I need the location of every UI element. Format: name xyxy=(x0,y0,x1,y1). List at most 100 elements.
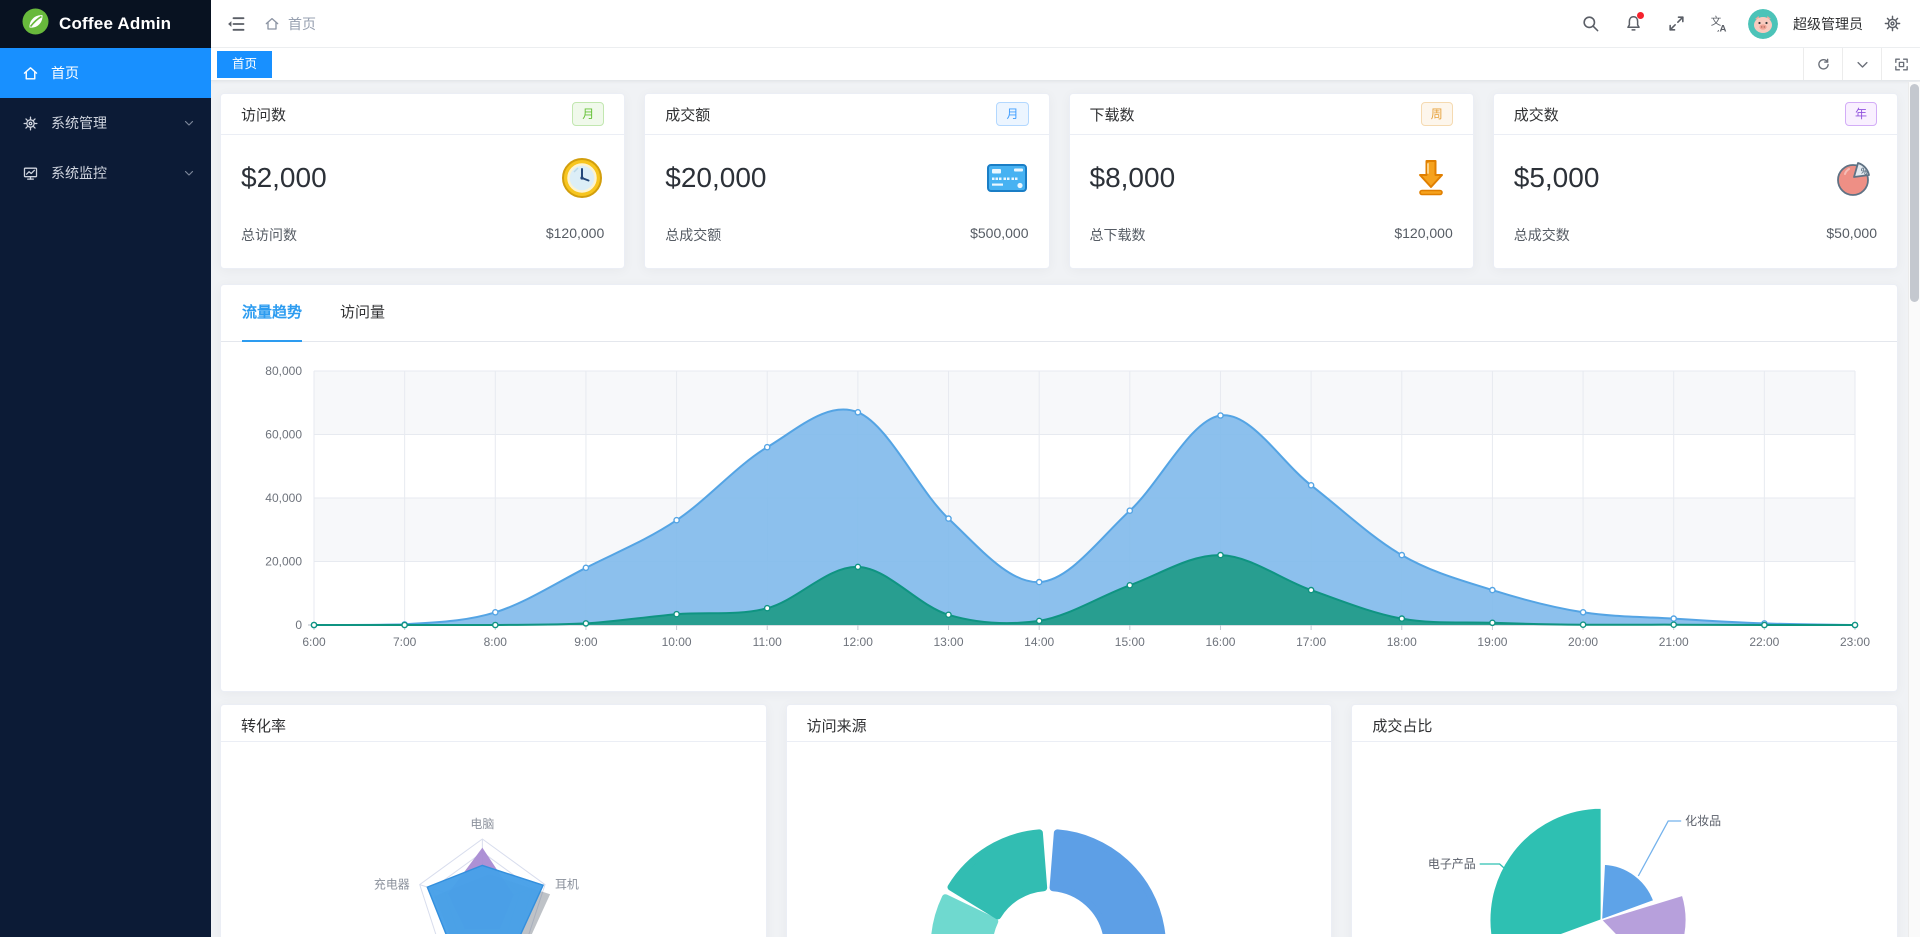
area-chart: 0 20,000 40,000 60,000 80,000 6:00 7:00 8:00 9:0… xyxy=(265,364,1870,649)
pig-avatar-icon xyxy=(1748,8,1778,39)
svg-text:6:00: 6:00 xyxy=(302,635,326,649)
tabs-dropdown-button[interactable] xyxy=(1842,48,1881,80)
rose-pie-chart: 电子产品 化妆品 xyxy=(1428,807,1722,934)
svg-text:7:00: 7:00 xyxy=(393,635,417,649)
stat-value: $8,000 xyxy=(1089,162,1176,193)
svg-text:13:00: 13:00 xyxy=(934,635,964,649)
scrollbar-thumb[interactable] xyxy=(1910,84,1919,302)
stat-card-turnover: 成交额 月 $20,000 总成交额 $500,000 xyxy=(644,93,1050,269)
svg-text:16:00: 16:00 xyxy=(1205,635,1235,649)
sidebar-item-home[interactable]: 首页 xyxy=(0,48,211,98)
svg-text:40,000: 40,000 xyxy=(265,491,302,505)
settings-button[interactable] xyxy=(1878,10,1906,38)
download-icon xyxy=(1418,160,1443,196)
app-title: Coffee Admin xyxy=(59,14,172,33)
svg-text:化妆品: 化妆品 xyxy=(1686,814,1722,828)
stat-card-deals: 成交数 年 $5,000 % 总成交数 $50,000 xyxy=(1492,93,1898,269)
radar-chart: 电脑耳机 充电器 xyxy=(374,817,579,934)
user-avatar[interactable] xyxy=(1748,8,1778,39)
monitor-icon xyxy=(23,167,38,180)
home-icon xyxy=(23,66,38,80)
svg-text:80,000: 80,000 xyxy=(265,364,302,378)
page-content: 访问数 月 $2,000 总访问数 $120,000 成交额 月 $20,000… xyxy=(211,81,1920,937)
svg-text:充电器: 充电器 xyxy=(374,877,410,892)
leaf-logo-icon xyxy=(22,8,49,40)
tab-home[interactable]: 首页 xyxy=(217,50,273,78)
stat-card-visits: 访问数 月 $2,000 总访问数 $120,000 xyxy=(220,93,626,269)
breadcrumb-label: 首页 xyxy=(288,15,316,32)
notifications-button[interactable] xyxy=(1619,10,1647,38)
chevron-down-icon xyxy=(184,120,194,126)
svg-text:23:00: 23:00 xyxy=(1840,635,1870,649)
svg-text:10:00: 10:00 xyxy=(662,635,692,649)
tab-traffic-trend[interactable]: 流量趋势 xyxy=(242,285,303,342)
sidebar-item-system-monitor[interactable]: 系统监控 xyxy=(0,148,211,198)
sidebar-item-label: 系统管理 xyxy=(51,115,107,131)
chevron-down-icon xyxy=(184,170,194,176)
notification-badge xyxy=(1637,11,1644,19)
svg-text:9:00: 9:00 xyxy=(574,635,598,649)
fullscreen-icon xyxy=(1668,16,1684,31)
period-badge: 周 xyxy=(1420,102,1453,126)
svg-text:18:00: 18:00 xyxy=(1387,635,1417,649)
stat-footer-label: 总下载数 xyxy=(1089,227,1146,243)
sidebar-item-system-admin[interactable]: 系统管理 xyxy=(0,98,211,148)
refresh-icon xyxy=(1817,58,1829,70)
traffic-trend-card: 流量趋势 访问量 0 20,000 40,000 60,000 80,000 6:00 7:… xyxy=(220,284,1898,692)
maximize-content-button[interactable] xyxy=(1881,48,1920,80)
svg-text:14:00: 14:00 xyxy=(1024,635,1054,649)
search-icon xyxy=(1582,16,1598,32)
username-label[interactable]: 超级管理员 xyxy=(1793,14,1863,34)
stat-value: $5,000 xyxy=(1513,162,1600,193)
fullscreen-button[interactable] xyxy=(1662,10,1690,38)
svg-text:60,000: 60,000 xyxy=(265,428,302,442)
svg-text:19:00: 19:00 xyxy=(1477,635,1507,649)
sidebar-item-label: 首页 xyxy=(51,65,79,81)
svg-text:12:00: 12:00 xyxy=(843,635,873,649)
tags-view-bar: 首页 xyxy=(211,48,1920,81)
svg-text:电子产品: 电子产品 xyxy=(1428,857,1476,871)
stat-footer-label: 总成交数 xyxy=(1513,227,1570,243)
breadcrumb[interactable]: 首页 xyxy=(264,14,316,34)
stat-card-downloads: 下载数 周 $8,000 总下载数 $120,000 xyxy=(1068,93,1474,269)
collapse-sidebar-button[interactable] xyxy=(222,10,250,38)
refresh-tab-button[interactable] xyxy=(1803,48,1842,80)
svg-text:耳机: 耳机 xyxy=(555,878,579,892)
topbar: 首页 文A 超级管理员 xyxy=(211,0,1920,48)
stat-footer-value: $120,000 xyxy=(1394,225,1453,241)
clock-icon xyxy=(562,158,603,198)
svg-text:15:00: 15:00 xyxy=(1115,635,1145,649)
pie-chart-icon: % xyxy=(1837,162,1870,196)
donut-chart xyxy=(931,829,1165,934)
stat-card-title: 成交数 xyxy=(1513,106,1559,124)
period-badge: 年 xyxy=(1844,102,1877,126)
chevron-down-icon xyxy=(1856,61,1868,68)
stat-footer-value: $500,000 xyxy=(970,225,1029,241)
period-badge: 月 xyxy=(572,102,605,126)
stat-footer-value: $120,000 xyxy=(545,225,605,241)
stat-footer-value: $50,000 xyxy=(1826,225,1877,241)
trend-tabs: 流量趋势 访问量 xyxy=(221,285,1897,342)
svg-text:20:00: 20:00 xyxy=(1568,635,1598,649)
bottom-cards-row: 转化率 电脑 耳机 充电器 访问来源 成交占比 电子产品 化妆品 xyxy=(220,704,1899,937)
gear-icon xyxy=(1884,15,1900,32)
gear-icon xyxy=(23,115,38,131)
card-title: 成交占比 xyxy=(1352,705,1898,742)
period-badge: 月 xyxy=(996,102,1029,126)
svg-text:0: 0 xyxy=(295,618,302,632)
stat-value: $2,000 xyxy=(241,162,327,193)
svg-text:A: A xyxy=(1719,23,1726,34)
deal-share-card: 成交占比 电子产品 化妆品 xyxy=(1351,704,1899,937)
home-icon xyxy=(265,17,279,30)
maximize-icon xyxy=(1894,58,1908,70)
app-logo[interactable]: Coffee Admin xyxy=(0,0,211,48)
credit-card-icon xyxy=(986,164,1027,192)
svg-text:8:00: 8:00 xyxy=(484,635,508,649)
stat-card-title: 下载数 xyxy=(1089,106,1135,124)
search-button[interactable] xyxy=(1576,10,1604,38)
visit-source-card: 访问来源 xyxy=(785,704,1333,937)
card-title: 访问来源 xyxy=(786,705,1332,742)
sidebar: Coffee Admin 首页 系统管理 系统监控 xyxy=(0,0,211,937)
language-switch-button[interactable]: 文A xyxy=(1705,10,1733,38)
tab-visit-volume[interactable]: 访问量 xyxy=(340,285,385,341)
